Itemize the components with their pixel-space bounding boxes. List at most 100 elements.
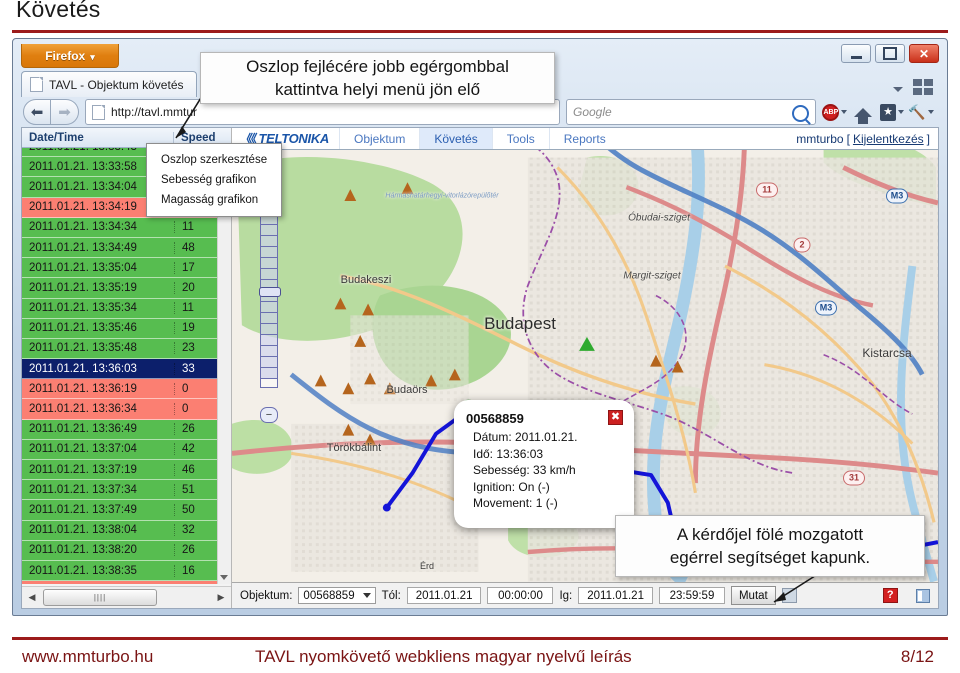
forward-button[interactable]: ➡ xyxy=(51,99,79,125)
table-row[interactable]: 2011.01.21. 13:37:04 42 xyxy=(22,439,231,460)
zoom-out-icon[interactable]: − xyxy=(260,407,278,423)
minimize-icon xyxy=(850,55,862,59)
minimize-button[interactable] xyxy=(841,44,871,63)
object-select[interactable]: 00568859 xyxy=(298,587,376,604)
slide-footer: www.mmturbo.hu TAVL nyomkövető webkliens… xyxy=(12,645,948,673)
footer-title: TAVL nyomkövető webkliens magyar nyelvű … xyxy=(255,647,632,666)
export-sheet-icon[interactable] xyxy=(781,588,797,603)
table-row[interactable]: 2011.01.21. 13:36:03 33 xyxy=(22,359,231,380)
column-header-datetime[interactable]: Date/Time xyxy=(22,131,174,144)
bookmarks-button[interactable]: ★ xyxy=(879,99,905,125)
grid-horizontal-scrollbar[interactable]: ◀ |||| ▶ xyxy=(22,586,231,608)
firefox-menu-button[interactable]: Firefox ▾ xyxy=(21,44,119,68)
popup-line: Idő: 13:36:03 xyxy=(473,446,544,461)
popup-line: Sebesség: 33 km/h xyxy=(473,463,576,477)
search-placeholder: Google xyxy=(573,105,612,119)
bookmark-star-icon: ★ xyxy=(880,103,896,121)
map-info-popup[interactable]: 00568859 ✖ Dátum: 2011.01.21. Idő: 13:36:… xyxy=(454,400,634,528)
table-row[interactable]: 2011.01.21. 13:38:35 16 xyxy=(22,560,231,582)
nav-item-reports[interactable]: Reports xyxy=(548,128,620,149)
tab-grid-icon[interactable] xyxy=(913,79,933,95)
table-row[interactable]: 2011.01.21. 13:37:34 51 xyxy=(22,480,231,501)
column-context-menu[interactable]: Oszlop szerkesztése Sebesség grafikon Ma… xyxy=(146,143,282,217)
table-row[interactable]: 2011.01.21. 13:35:48 23 xyxy=(22,338,231,360)
table-row[interactable]: 2011.01.21. 13:35:04 17 xyxy=(22,258,231,279)
popup-object-id: 00568859 xyxy=(466,411,524,426)
object-select-value: 00568859 xyxy=(303,589,355,602)
page-icon xyxy=(30,77,43,92)
logout-link[interactable]: Kijelentkezés xyxy=(853,132,924,146)
show-button[interactable]: Mutat xyxy=(730,586,776,605)
chevron-down-icon xyxy=(840,110,847,114)
tab-label: TAVL - Objektum követés xyxy=(49,77,184,92)
cell-datetime: 2011.01.21. 13:35:04 xyxy=(29,261,137,274)
customize-button[interactable]: 🔨 xyxy=(908,99,934,125)
cell-datetime: 2011.01.21. 13:37:19 xyxy=(29,463,137,476)
cell-datetime: 2011.01.21. 13:35:48 xyxy=(29,342,137,355)
table-row[interactable]: 2011.01.21. 13:36:34 0 xyxy=(22,399,231,420)
cell-datetime: 2011.01.21. 13:35:34 xyxy=(29,302,137,315)
scroll-down-icon[interactable] xyxy=(220,575,228,580)
callout-2-line1: A kérdőjel fölé mozgatott xyxy=(676,525,864,544)
from-date-input[interactable]: 2011.01.21 xyxy=(406,587,482,604)
close-button[interactable]: ✕ xyxy=(909,44,939,63)
table-row[interactable]: 2011.01.21. 13:36:19 0 xyxy=(22,379,231,400)
context-menu-item-altitude-chart[interactable]: Magasság grafikon xyxy=(147,190,281,210)
table-row[interactable]: 2011.01.21. 13:34:49 48 xyxy=(22,237,231,259)
url-text: http://tavl.mmtur xyxy=(111,105,198,119)
maximize-button[interactable] xyxy=(875,44,905,63)
home-icon xyxy=(854,107,872,124)
column-header-speed[interactable]: Speed xyxy=(174,132,231,144)
nav-item-tools[interactable]: Tools xyxy=(491,128,549,149)
maximize-icon xyxy=(883,47,897,60)
zoom-slider-thumb[interactable] xyxy=(259,287,281,297)
table-row[interactable]: 2011.01.21. 13:37:19 46 xyxy=(22,460,231,481)
cell-datetime: 2011.01.21. 13:36:03 xyxy=(29,362,137,375)
table-row[interactable]: 2011.01.21. 13:36:49 26 xyxy=(22,419,231,440)
table-row[interactable]: 2011.01.21. 13:34:34 11 xyxy=(22,217,231,238)
scroll-right-icon[interactable]: ▶ xyxy=(214,592,228,603)
table-row[interactable]: 2011.01.21. 13:35:19 20 xyxy=(22,278,231,299)
firefox-menu-label: Firefox xyxy=(45,49,86,63)
context-menu-item-edit-column[interactable]: Oszlop szerkesztése xyxy=(147,150,281,170)
object-label: Objektum: xyxy=(240,589,293,602)
toggle-panel-icon[interactable] xyxy=(916,588,930,603)
scroll-thumb[interactable]: |||| xyxy=(43,589,157,606)
cell-datetime: 2011.01.21. 13:37:34 xyxy=(29,483,137,496)
table-row[interactable]: 2011.01.21. 13:37:49 50 xyxy=(22,500,231,521)
table-row[interactable]: 2011.01.21. 13:38:500 xyxy=(22,581,231,584)
adblock-icon: ABP xyxy=(821,103,839,121)
chevron-down-icon xyxy=(362,593,371,598)
back-button[interactable]: ⬅ xyxy=(23,99,51,125)
cell-datetime: 2011.01.21. 13:36:19 xyxy=(29,382,137,395)
popup-line: Ignition: On (-) xyxy=(473,479,550,494)
footer-url: www.mmturbo.hu xyxy=(22,647,154,666)
search-bar[interactable]: Google xyxy=(566,99,816,125)
help-icon[interactable]: ? xyxy=(882,588,898,603)
table-row[interactable]: 2011.01.21. 13:35:46 19 xyxy=(22,318,231,339)
title-divider xyxy=(12,30,948,33)
cell-datetime: 2011.01.21. 13:36:34 xyxy=(29,403,137,416)
table-row[interactable]: 2011.01.21. 13:35:34 11 xyxy=(22,298,231,319)
nav-arrow-group: ⬅ ➡ xyxy=(23,99,79,125)
table-row[interactable]: 2011.01.21. 13:38:04 32 xyxy=(22,520,231,541)
wrench-icon: 🔨 xyxy=(908,103,926,120)
to-time-input[interactable]: 23:59:59 xyxy=(658,587,725,604)
to-date-input[interactable]: 2011.01.21 xyxy=(578,587,653,604)
nav-item-objektum[interactable]: Objektum xyxy=(339,128,419,149)
page-title: Követés xyxy=(16,0,101,22)
nav-item-kovetes[interactable]: Követés xyxy=(419,128,492,149)
home-button[interactable] xyxy=(850,99,876,125)
adblock-button[interactable]: ABP xyxy=(821,99,847,125)
search-icon xyxy=(792,105,809,122)
close-icon[interactable]: ✖ xyxy=(608,410,623,425)
app-navigation-bar: 《《 TELTONIKA Objektum Követés Tools Repo… xyxy=(232,128,938,150)
from-label: Tól: xyxy=(381,589,401,602)
tab-tavl[interactable]: TAVL - Objektum követés xyxy=(21,71,197,97)
cell-datetime: 2011.01.21. 13:37:49 xyxy=(29,503,137,516)
tab-list-chevron-icon[interactable] xyxy=(893,87,903,92)
table-row[interactable]: 2011.01.21. 13:38:20 26 xyxy=(22,540,231,561)
from-time-input[interactable]: 00:00:00 xyxy=(487,587,554,604)
scroll-left-icon[interactable]: ◀ xyxy=(25,592,39,603)
context-menu-item-speed-chart[interactable]: Sebesség grafikon xyxy=(147,170,281,190)
